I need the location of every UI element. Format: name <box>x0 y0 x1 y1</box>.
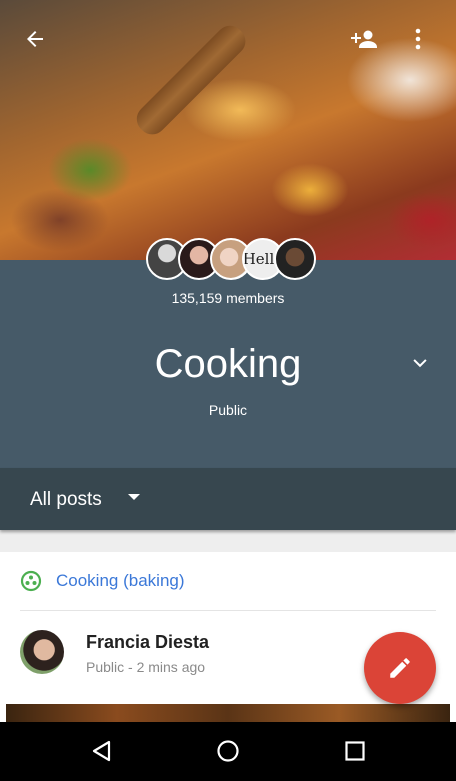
person-add-icon <box>351 30 377 48</box>
divider <box>20 610 436 611</box>
group-privacy: Public <box>208 402 248 418</box>
nav-back-button[interactable] <box>86 736 116 766</box>
triangle-back-icon <box>92 740 111 762</box>
nav-recents-button[interactable] <box>340 736 370 766</box>
post-category-link[interactable]: Cooking (baking) <box>56 571 185 591</box>
circle-home-icon <box>217 740 239 762</box>
member-avatar <box>274 238 316 280</box>
arrow-back-icon <box>27 31 43 47</box>
compose-post-button[interactable] <box>364 632 436 704</box>
members-count[interactable]: 135,159 members <box>0 290 456 306</box>
author-name[interactable]: Francia Diesta <box>86 632 209 653</box>
post-filter-bar[interactable]: All posts <box>0 468 456 530</box>
chevron-down-icon <box>413 359 427 368</box>
member-avatars[interactable]: Hello <box>146 238 316 280</box>
back-button[interactable] <box>20 24 50 54</box>
more-vert-icon <box>415 28 421 50</box>
add-member-button[interactable] <box>348 24 380 54</box>
pencil-icon <box>390 658 410 678</box>
system-nav-bar <box>0 722 456 781</box>
top-app-bar <box>0 0 456 76</box>
post-meta: Public - 2 mins ago <box>86 659 206 675</box>
caret-down-icon[interactable] <box>128 494 140 500</box>
expand-button[interactable] <box>408 352 432 376</box>
group-title: Cooking <box>154 342 302 386</box>
post-filter-label[interactable]: All posts <box>30 489 102 511</box>
post-image[interactable] <box>6 704 450 722</box>
square-recents-icon <box>345 741 365 761</box>
author-avatar[interactable] <box>20 630 64 674</box>
post-category-row[interactable]: Cooking (baking) <box>0 552 456 610</box>
community-icon <box>20 570 42 592</box>
more-options-button[interactable] <box>404 24 432 54</box>
nav-home-button[interactable] <box>213 736 243 766</box>
